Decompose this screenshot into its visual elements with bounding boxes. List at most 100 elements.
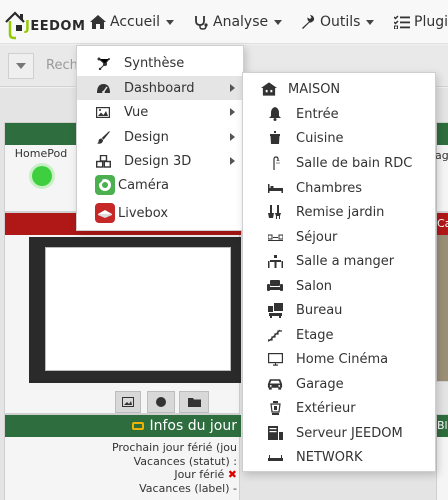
nav-accueil-label: Accueil bbox=[110, 14, 160, 30]
record-icon bbox=[156, 397, 166, 407]
cooking-pot-icon bbox=[267, 130, 283, 146]
jeedom-window: Rech HomePod age bbox=[0, 0, 448, 500]
submenu-item-salle-de-bain[interactable]: Salle de bain RDC bbox=[243, 151, 435, 175]
submenu-item-exterieur[interactable]: Extérieur bbox=[243, 396, 435, 420]
nav-outils[interactable]: Outils bbox=[300, 0, 375, 44]
camera-image bbox=[45, 247, 231, 371]
submenu-item-network[interactable]: NETWORK bbox=[243, 445, 435, 469]
menu-item-label: Caméra bbox=[118, 177, 170, 193]
submenu-item-label: Cuisine bbox=[296, 130, 344, 146]
chevron-right-icon bbox=[230, 157, 235, 165]
folder-icon bbox=[187, 398, 201, 407]
submenu-item-salle-a-manger[interactable]: Salle a manger bbox=[243, 249, 435, 273]
record-button[interactable] bbox=[147, 391, 175, 413]
submenu-item-entree[interactable]: Entrée bbox=[243, 102, 435, 126]
menu-item-synthese[interactable]: Synthèse bbox=[77, 51, 243, 75]
menu-item-camera[interactable]: Caméra bbox=[77, 173, 243, 197]
nav-plugins[interactable]: Plugin bbox=[394, 0, 448, 44]
tasks-icon bbox=[394, 14, 410, 30]
image-icon bbox=[95, 104, 111, 120]
nav-analyse-label: Analyse bbox=[213, 14, 269, 30]
chevron-right-icon bbox=[230, 133, 235, 141]
sofa-icon bbox=[267, 278, 283, 294]
cubes-icon bbox=[95, 153, 111, 169]
chevron-right-icon bbox=[230, 84, 235, 92]
garden-tools-icon bbox=[267, 204, 283, 220]
search-input[interactable]: Rech bbox=[46, 58, 78, 73]
caret-down-icon bbox=[166, 19, 174, 25]
submenu-item-label: NETWORK bbox=[296, 449, 363, 465]
infos-title: Infos du jour bbox=[149, 418, 237, 434]
home-icon bbox=[90, 14, 106, 30]
dashboard-submenu: MAISON Entrée Cuisine Salle de bain RDC bbox=[242, 72, 436, 472]
submenu-item-label: Extérieur bbox=[296, 400, 356, 416]
right-tile-header bbox=[437, 123, 448, 145]
submenu-item-label: Remise jardin bbox=[296, 204, 385, 220]
network-icon bbox=[95, 55, 111, 71]
menu-item-label: Vue bbox=[124, 104, 149, 120]
stethoscope-icon bbox=[193, 14, 209, 30]
menu-item-label: Livebox bbox=[118, 205, 169, 221]
menu-item-livebox[interactable]: Livebox bbox=[77, 201, 243, 225]
server-icon bbox=[267, 425, 283, 441]
submenu-item-sejour[interactable]: Séjour bbox=[243, 225, 435, 249]
jeedom-logo[interactable]: JEEDOM bbox=[4, 4, 86, 40]
stairs-icon bbox=[267, 327, 283, 343]
logo-text: JEEDOM bbox=[25, 19, 86, 34]
bell-icon bbox=[267, 106, 283, 122]
infos-line: Vacances (statut) : bbox=[133, 454, 237, 468]
monitor-icon bbox=[267, 351, 283, 367]
submenu-item-label: MAISON bbox=[288, 81, 341, 97]
house-icon bbox=[261, 81, 277, 97]
submenu-item-label: Salle a manger bbox=[296, 253, 395, 269]
nav-accueil[interactable]: Accueil bbox=[90, 0, 174, 44]
menu-item-label: Dashboard bbox=[124, 80, 195, 96]
menu-item-label: Design 3D bbox=[124, 153, 192, 169]
infos-line: Vacances (label) - bbox=[139, 481, 237, 495]
submenu-item-cuisine[interactable]: Cuisine bbox=[243, 126, 435, 150]
menu-item-dashboard[interactable]: Dashboard bbox=[77, 76, 243, 100]
submenu-item-chambres[interactable]: Chambres bbox=[243, 176, 435, 200]
submenu-item-home-cinema[interactable]: Home Cinéma bbox=[243, 347, 435, 371]
menu-item-vue[interactable]: Vue bbox=[77, 100, 243, 124]
cross-icon: ✖ bbox=[227, 468, 237, 481]
nav-outils-label: Outils bbox=[320, 14, 361, 30]
chevron-right-icon bbox=[230, 108, 235, 116]
livebox-plugin-icon bbox=[95, 203, 115, 223]
search-dropdown-button[interactable] bbox=[8, 53, 34, 79]
submenu-item-label: Home Cinéma bbox=[296, 351, 389, 367]
menu-item-design[interactable]: Design bbox=[77, 125, 243, 149]
submenu-item-bureau[interactable]: Bureau bbox=[243, 298, 435, 322]
submenu-item-garage[interactable]: Garage bbox=[243, 372, 435, 396]
infos-lines: Prochain jour férié (jou Vacances (statu… bbox=[5, 441, 241, 495]
folder-button[interactable] bbox=[179, 391, 209, 413]
status-led bbox=[32, 166, 52, 186]
right-camera-tile: Cai bbox=[436, 212, 448, 382]
submenu-item-label: Serveur JEEDOM bbox=[296, 425, 403, 441]
image-icon bbox=[122, 397, 134, 407]
camera-tile bbox=[4, 212, 241, 414]
paint-brush-icon bbox=[95, 129, 111, 145]
nav-analyse[interactable]: Analyse bbox=[193, 0, 283, 44]
wrench-icon bbox=[300, 14, 316, 30]
right-tile-label: age bbox=[435, 149, 448, 162]
menu-item-design-3d[interactable]: Design 3D bbox=[77, 149, 243, 173]
submenu-item-label: Bureau bbox=[296, 302, 343, 318]
submenu-item-salon[interactable]: Salon bbox=[243, 274, 435, 298]
submenu-item-maison[interactable]: MAISON bbox=[243, 77, 435, 101]
menu-item-label: Design bbox=[124, 129, 169, 145]
submenu-item-etage[interactable]: Etage bbox=[243, 323, 435, 347]
accueil-dropdown-menu: Synthèse Dashboard Vue Design Design 3D … bbox=[76, 45, 244, 231]
gauge-icon bbox=[95, 80, 111, 96]
camera-plugin-icon bbox=[95, 175, 115, 195]
submenu-item-label: Salon bbox=[296, 278, 333, 294]
nav-plugins-label: Plugin bbox=[414, 14, 448, 30]
submenu-item-serveur-jeedom[interactable]: Serveur JEEDOM bbox=[243, 421, 435, 445]
car-icon bbox=[267, 376, 283, 392]
caret-down-icon bbox=[274, 19, 283, 25]
submenu-item-remise-jardin[interactable]: Remise jardin bbox=[243, 200, 435, 224]
right-infos-label: Blu bbox=[437, 419, 448, 432]
submenu-item-label: Salle de bain RDC bbox=[296, 155, 413, 171]
snapshot-button[interactable] bbox=[115, 391, 141, 413]
submenu-item-label: Entrée bbox=[296, 106, 339, 122]
